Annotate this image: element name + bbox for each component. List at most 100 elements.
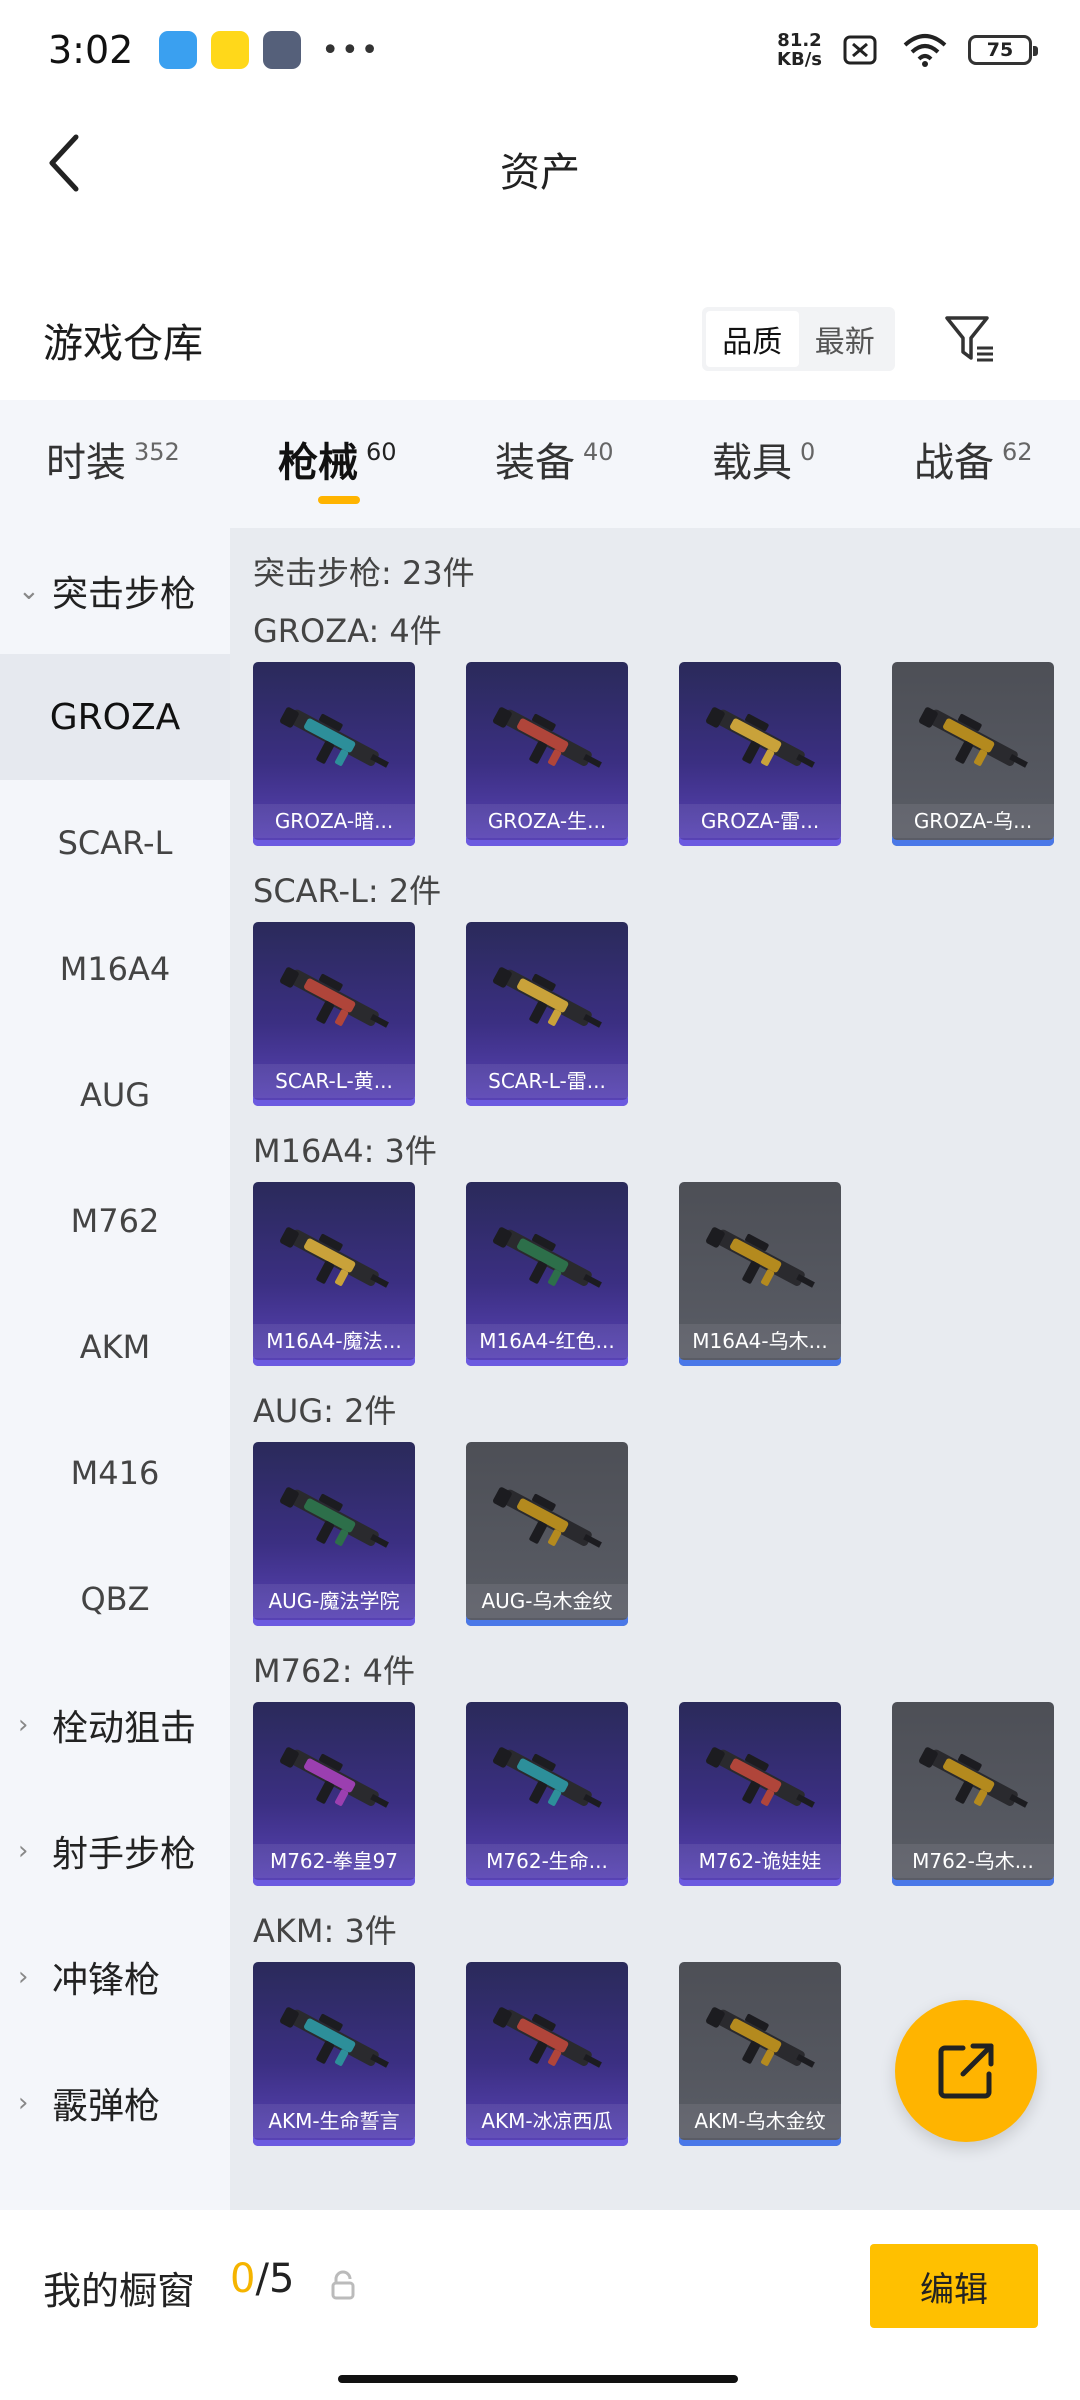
- title-bar: 资产: [0, 100, 1080, 225]
- sidebar-item-m762[interactable]: M762: [0, 1158, 230, 1284]
- tab-label: 时装: [46, 440, 126, 486]
- sidebar-item-scar-l[interactable]: SCAR-L: [0, 780, 230, 906]
- app-icon-yellow: [211, 31, 250, 69]
- weapon-card[interactable]: SCAR-L-黄...: [253, 922, 415, 1106]
- weapon-sidebar: ⌄ 突击步枪 GROZA SCAR-L M16A4 AUG M762 AKM M…: [0, 528, 230, 2210]
- weapon-card-name: GROZA-暗...: [253, 804, 415, 838]
- tab-supplies[interactable]: 战备 62: [914, 430, 1033, 488]
- sidebar-group-bolt-action[interactable]: › 栓动狙击: [0, 1662, 230, 1788]
- tab-equipment[interactable]: 装备 40: [495, 430, 614, 488]
- weapon-icon: [280, 2007, 389, 2068]
- status-bar: 3:02 ••• 81.2 KB/s 75: [0, 0, 1080, 100]
- sidebar-group-shotgun[interactable]: › 霰弹枪: [0, 2040, 230, 2166]
- app-icon-blue: [159, 31, 198, 69]
- sort-by-quality-button[interactable]: 品质: [706, 311, 799, 367]
- tab-firearms[interactable]: 枪械 60: [278, 430, 397, 488]
- chevron-right-icon: ›: [18, 2088, 29, 2118]
- tab-count: 352: [134, 438, 180, 466]
- weapon-card[interactable]: M762-诡娃娃: [679, 1702, 841, 1886]
- tab-label: 载具: [712, 440, 792, 486]
- weapon-card-name: M762-生命...: [466, 1844, 628, 1878]
- section-title: M16A4: 3件: [253, 1132, 437, 1170]
- weapon-card[interactable]: AKM-冰凉西瓜: [466, 1962, 628, 2146]
- status-time: 3:02: [48, 28, 134, 72]
- weapon-card-name: M16A4-魔法...: [253, 1324, 415, 1358]
- sidebar-item-m16a4[interactable]: M16A4: [0, 906, 230, 1032]
- section-title: AUG: 2件: [253, 1392, 397, 1430]
- weapon-card[interactable]: M16A4-乌木...: [679, 1182, 841, 1366]
- sidebar-item-groza[interactable]: GROZA: [0, 654, 230, 780]
- showcase-label: 我的橱窗: [43, 2269, 196, 2313]
- sidebar-group-assault-rifles[interactable]: ⌄ 突击步枪: [0, 528, 230, 654]
- sidebar-group-marksman[interactable]: › 射手步枪: [0, 1788, 230, 1914]
- weapon-card[interactable]: GROZA-暗...: [253, 662, 415, 846]
- weapon-card[interactable]: SCAR-L-雷...: [466, 922, 628, 1106]
- weapon-card-name: GROZA-雷...: [679, 804, 841, 838]
- weapon-card-name: M16A4-乌木...: [679, 1324, 841, 1358]
- weapon-card-name: SCAR-L-黄...: [253, 1064, 415, 1098]
- sidebar-group-label: 霰弹枪: [52, 2086, 161, 2127]
- sidebar-item-akm[interactable]: AKM: [0, 1284, 230, 1410]
- sidebar-group-smg[interactable]: › 冲锋枪: [0, 1914, 230, 2040]
- sidebar-group-label: 射手步枪: [52, 1834, 197, 1875]
- weapon-card[interactable]: M16A4-红色...: [466, 1182, 628, 1366]
- weapon-card[interactable]: M762-生命...: [466, 1702, 628, 1886]
- tab-label: 枪械: [278, 440, 358, 486]
- weapon-card-name: AKM-乌木金纹: [679, 2104, 841, 2138]
- tab-vehicles[interactable]: 载具 0: [712, 430, 815, 488]
- weapon-card-name: AUG-乌木金纹: [466, 1584, 628, 1618]
- showcase-current: 0: [230, 2256, 256, 2302]
- weapon-card-name: M762-拳皇97: [253, 1844, 415, 1878]
- battery-level: 75: [986, 39, 1014, 61]
- weapon-card[interactable]: M762-拳皇97: [253, 1702, 415, 1886]
- network-speed-unit: KB/s: [777, 49, 822, 70]
- tab-count: 40: [583, 438, 614, 466]
- weapon-card[interactable]: GROZA-雷...: [679, 662, 841, 846]
- weapon-card[interactable]: AKM-生命誓言: [253, 1962, 415, 2146]
- weapon-icon: [493, 1487, 602, 1548]
- battery-icon: 75: [968, 35, 1038, 65]
- weapon-card-name: AKM-生命誓言: [253, 2104, 415, 2138]
- weapon-card-name: SCAR-L-雷...: [466, 1064, 628, 1098]
- chevron-right-icon: ›: [18, 1962, 29, 1992]
- weapon-icon: [706, 1227, 815, 1288]
- weapon-card[interactable]: AUG-魔法学院: [253, 1442, 415, 1626]
- sidebar-item-qbz[interactable]: QBZ: [0, 1536, 230, 1662]
- edit-button[interactable]: 编辑: [870, 2244, 1038, 2328]
- weapon-card-name: M762-诡娃娃: [679, 1844, 841, 1878]
- weapon-grid[interactable]: 突击步枪: 23件 GROZA: 4件 GROZA-暗... GROZA-生... G…: [230, 528, 1080, 2210]
- sidebar-group-label: 冲锋枪: [52, 1960, 161, 2001]
- tab-label: 战备: [914, 440, 994, 486]
- weapon-card[interactable]: M762-乌木...: [892, 1702, 1054, 1886]
- sort-by-newest-button[interactable]: 最新: [799, 311, 892, 367]
- warehouse-title: 游戏仓库: [43, 321, 203, 367]
- network-speed: 81.2 KB/s: [777, 31, 822, 69]
- sidebar-item-m416[interactable]: M416: [0, 1410, 230, 1536]
- weapon-icon: [280, 707, 389, 768]
- weapon-icon: [493, 2007, 602, 2068]
- sidebar-group-label: 突击步枪: [52, 574, 197, 615]
- share-button[interactable]: [895, 2000, 1037, 2142]
- tab-fashion[interactable]: 时装 352: [46, 430, 180, 488]
- chevron-right-icon: ›: [18, 1710, 29, 1740]
- weapon-card[interactable]: GROZA-乌...: [892, 662, 1054, 846]
- filter-button[interactable]: [940, 309, 1000, 369]
- tab-count: 0: [800, 438, 816, 466]
- weapon-card[interactable]: M16A4-魔法...: [253, 1182, 415, 1366]
- weapon-icon: [706, 1747, 815, 1808]
- weapon-card-name: GROZA-乌...: [892, 804, 1054, 838]
- tab-count: 62: [1002, 438, 1033, 466]
- sidebar-item-aug[interactable]: AUG: [0, 1032, 230, 1158]
- chevron-down-icon: ⌄: [18, 576, 40, 606]
- section-title: M762: 4件: [253, 1652, 416, 1690]
- sidebar-group-label: 栓动狙击: [52, 1708, 197, 1749]
- weapon-card[interactable]: AKM-乌木金纹: [679, 1962, 841, 2146]
- weapon-card-name: AUG-魔法学院: [253, 1584, 415, 1618]
- weapon-icon: [706, 2007, 815, 2068]
- sort-toggle: 品质 最新: [702, 307, 895, 371]
- weapon-icon: [493, 1227, 602, 1288]
- tab-label: 装备: [495, 440, 575, 486]
- weapon-card[interactable]: AUG-乌木金纹: [466, 1442, 628, 1626]
- weapon-icon: [919, 707, 1028, 768]
- weapon-card[interactable]: GROZA-生...: [466, 662, 628, 846]
